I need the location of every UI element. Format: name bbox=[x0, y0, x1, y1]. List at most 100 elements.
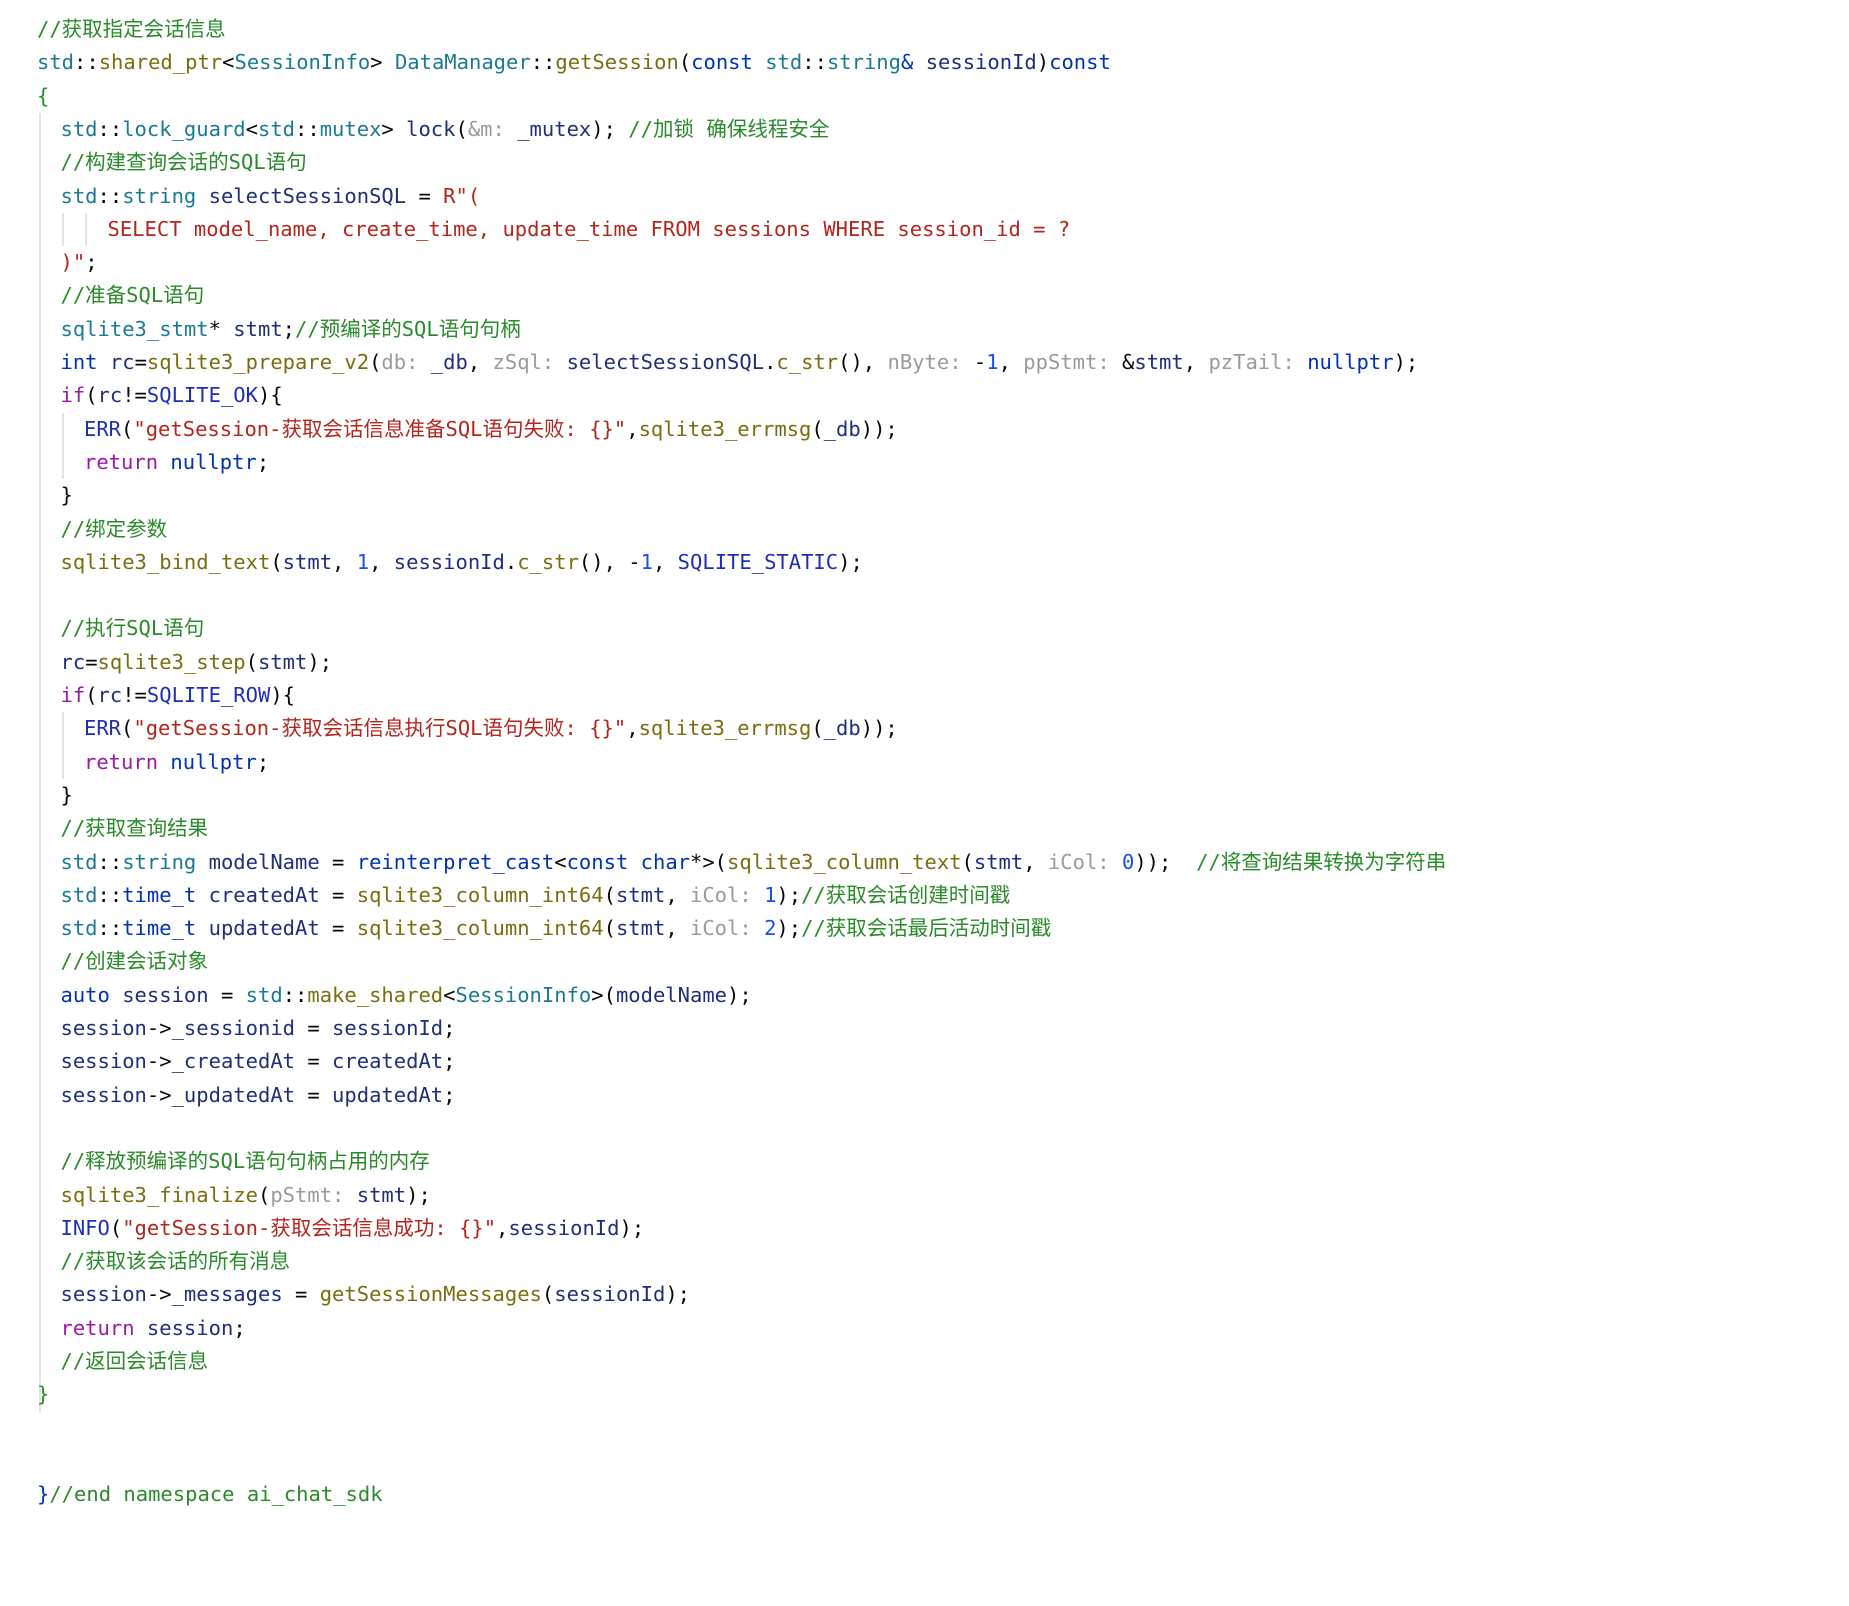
indent-guide bbox=[39, 112, 41, 1412]
code-line[interactable]: int rc=sqlite3_prepare_v2(db: _db, zSql:… bbox=[61, 346, 1419, 379]
code-token: createdAt bbox=[208, 882, 320, 907]
code-token: std bbox=[60, 116, 98, 141]
code-token: 1 bbox=[986, 350, 999, 374]
code-line[interactable]: std::lock_guard<std::mutex> lock(&m: _mu… bbox=[61, 113, 830, 146]
code-token: rc bbox=[60, 649, 86, 674]
code-token: >( bbox=[591, 982, 616, 1007]
code-line[interactable]: return session; bbox=[61, 1312, 246, 1345]
code-token: ); bbox=[838, 549, 863, 574]
code-token: = bbox=[319, 849, 357, 874]
code-line[interactable]: SELECT model_name, create_time, update_t… bbox=[108, 213, 1071, 246]
code-token: _db bbox=[823, 416, 861, 441]
code-token: _db bbox=[430, 350, 468, 374]
code-token: )" bbox=[60, 250, 86, 275]
code-token: return bbox=[60, 1315, 147, 1340]
code-token: ) bbox=[1036, 50, 1050, 75]
code-token: < bbox=[443, 982, 456, 1007]
code-token: const bbox=[691, 50, 766, 75]
code-token: :: bbox=[295, 116, 320, 141]
code-line[interactable]: std::string modelName = reinterpret_cast… bbox=[61, 846, 1447, 879]
code-token: sessionId bbox=[393, 549, 505, 574]
code-token: > bbox=[370, 50, 395, 75]
code-line[interactable]: if(rc!=SQLITE_OK){ bbox=[61, 379, 283, 412]
code-token: ); bbox=[776, 916, 802, 941]
code-token: selectSessionSQL bbox=[566, 350, 765, 374]
code-line[interactable]: sqlite3_bind_text(stmt, 1, sessionId.c_s… bbox=[61, 546, 863, 579]
code-token: 0 bbox=[1122, 849, 1135, 874]
code-token: ( bbox=[811, 716, 824, 741]
code-line[interactable]: session->_sessionid = sessionId; bbox=[61, 1012, 456, 1045]
code-line[interactable]: )"; bbox=[61, 246, 98, 279]
code-token: = bbox=[134, 350, 147, 374]
code-line[interactable]: } bbox=[37, 1378, 49, 1411]
code-line[interactable]: //获取指定会话信息 bbox=[37, 13, 226, 46]
code-token: & bbox=[1122, 350, 1135, 374]
code-token: ( bbox=[455, 116, 468, 141]
code-token: getSessionMessages bbox=[319, 1282, 542, 1307]
code-line[interactable]: }//end namespace ai_chat_sdk bbox=[37, 1478, 383, 1511]
code-token: ( bbox=[603, 882, 616, 907]
code-token: , bbox=[369, 549, 394, 574]
code-line[interactable]: //准备SQL语句 bbox=[61, 279, 205, 312]
code-line[interactable]: return nullptr; bbox=[84, 746, 269, 779]
code-line[interactable]: return nullptr; bbox=[84, 446, 269, 479]
code-token: , bbox=[332, 549, 357, 574]
code-token: sqlite3_column_text bbox=[727, 849, 962, 874]
code-line[interactable]: { bbox=[37, 80, 49, 113]
code-line[interactable]: //获取该会话的所有消息 bbox=[61, 1245, 291, 1278]
code-line[interactable]: session->_updatedAt = updatedAt; bbox=[61, 1079, 456, 1112]
code-line[interactable]: if(rc!=SQLITE_ROW){ bbox=[61, 679, 296, 712]
code-token: ( bbox=[121, 716, 134, 741]
code-line[interactable]: sqlite3_stmt* stmt;//预编译的SQL语句句柄 bbox=[61, 313, 521, 346]
code-token: stmt bbox=[615, 882, 666, 907]
code-token: _db bbox=[823, 716, 861, 741]
code-line[interactable]: std::shared_ptr<SessionInfo> DataManager… bbox=[37, 46, 1111, 79]
code-line[interactable]: session->_createdAt = createdAt; bbox=[61, 1045, 456, 1078]
code-line[interactable]: auto session = std::make_shared<SessionI… bbox=[61, 979, 752, 1012]
code-token: . bbox=[764, 350, 777, 374]
code-token: )); bbox=[1134, 849, 1197, 874]
code-token: -> bbox=[146, 1049, 172, 1074]
code-token: rc bbox=[109, 350, 135, 374]
code-token: = bbox=[282, 1282, 320, 1307]
code-token: rc bbox=[97, 683, 123, 707]
code-line[interactable]: //返回会话信息 bbox=[61, 1345, 209, 1378]
code-line[interactable]: //释放预编译的SQL语句句柄占用的内存 bbox=[61, 1145, 430, 1178]
code-token: ; bbox=[256, 449, 270, 474]
code-token: &m: bbox=[467, 116, 518, 141]
code-line[interactable]: //构建查询会话的SQL语句 bbox=[61, 146, 307, 179]
code-line[interactable]: sqlite3_finalize(pStmt: stmt); bbox=[61, 1179, 431, 1212]
code-line[interactable]: //执行SQL语句 bbox=[61, 612, 205, 645]
code-token: ; bbox=[256, 749, 270, 774]
code-token: ( bbox=[541, 1282, 555, 1307]
code-token: , bbox=[1183, 350, 1209, 374]
code-token: ( bbox=[121, 416, 134, 441]
code-token: _sessionid bbox=[171, 1016, 296, 1040]
code-token: { bbox=[37, 83, 50, 108]
code-token: )); bbox=[860, 716, 898, 741]
code-token: zSql: bbox=[492, 350, 567, 374]
code-line[interactable]: //获取查询结果 bbox=[61, 812, 209, 845]
code-token: //加锁 确保线程安全 bbox=[628, 116, 830, 141]
code-line[interactable]: std::string selectSessionSQL = R"( bbox=[61, 180, 481, 213]
indent-guide bbox=[62, 412, 64, 480]
code-token: createdAt bbox=[332, 1049, 444, 1074]
code-line[interactable]: rc=sqlite3_step(stmt); bbox=[61, 646, 333, 679]
code-line[interactable]: } bbox=[61, 479, 73, 512]
code-line[interactable]: ERR("getSession-获取会话信息准备SQL语句失败: {}",sql… bbox=[84, 413, 898, 446]
code-token: iCol: bbox=[1047, 849, 1122, 874]
code-token: SQLITE_OK bbox=[146, 383, 258, 408]
code-token: 1 bbox=[640, 549, 653, 574]
code-line[interactable]: std::time_t updatedAt = sqlite3_column_i… bbox=[61, 912, 1052, 945]
code-line[interactable]: std::time_t createdAt = sqlite3_column_i… bbox=[61, 879, 1011, 912]
code-token: -> bbox=[146, 1082, 172, 1107]
code-editor[interactable]: //获取指定会话信息 std::shared_ptr<SessionInfo> D… bbox=[0, 0, 1849, 1606]
code-line[interactable]: ERR("getSession-获取会话信息执行SQL语句失败: {}",sql… bbox=[84, 712, 898, 745]
code-line[interactable]: INFO("getSession-获取会话信息成功: {}",sessionId… bbox=[61, 1212, 645, 1245]
code-token: = bbox=[319, 882, 357, 907]
code-line[interactable]: session->_messages = getSessionMessages(… bbox=[61, 1278, 691, 1311]
code-line[interactable]: } bbox=[61, 779, 73, 812]
code-line[interactable]: //绑定参数 bbox=[61, 513, 168, 546]
code-token: ; bbox=[443, 1016, 456, 1040]
code-line[interactable]: //创建会话对象 bbox=[61, 945, 209, 978]
